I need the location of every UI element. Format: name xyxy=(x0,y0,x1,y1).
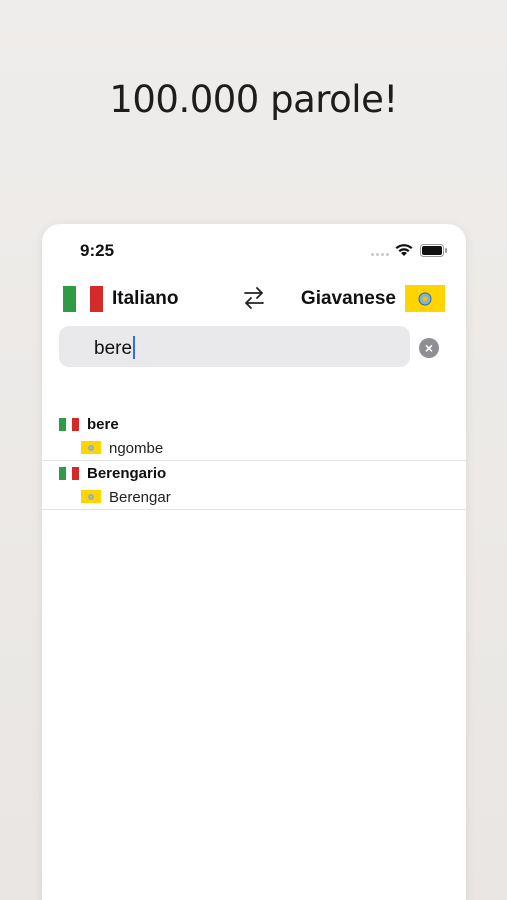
result-translation: Berengar xyxy=(109,489,171,506)
italy-flag-icon xyxy=(59,467,80,480)
results-list: bere ngombe Berengario Berengar xyxy=(42,412,466,510)
list-item[interactable]: Berengario Berengar xyxy=(42,461,466,510)
result-translation: ngombe xyxy=(109,440,164,457)
italy-flag-icon xyxy=(59,418,80,431)
javanese-flag-icon xyxy=(81,441,101,454)
promo-headline: 100.000 parole! xyxy=(109,78,398,121)
result-word: bere xyxy=(87,416,119,433)
javanese-flag-icon[interactable] xyxy=(405,285,445,312)
search-value: bere xyxy=(94,338,133,359)
javanese-flag-icon xyxy=(81,490,101,503)
italy-flag-icon[interactable] xyxy=(63,286,103,312)
search-input-text[interactable]: bere xyxy=(94,336,136,360)
status-bar: 9:25 xyxy=(42,224,466,276)
search-input[interactable]: bere xyxy=(59,326,410,367)
language-selector-bar: Italiano Giavanese xyxy=(42,284,466,316)
clear-search-button[interactable]: × xyxy=(419,338,439,358)
list-item[interactable]: bere ngombe xyxy=(42,412,466,461)
source-language-label[interactable]: Italiano xyxy=(112,288,179,310)
battery-icon xyxy=(420,244,447,257)
wifi-icon xyxy=(395,244,413,256)
emblem-icon xyxy=(418,292,432,305)
text-cursor xyxy=(133,336,136,359)
phone-screen: 9:25 Italiano Giavanese bere × bere ngom… xyxy=(42,224,466,900)
swap-languages-button[interactable] xyxy=(240,284,268,312)
cellular-signal-icon xyxy=(371,253,389,257)
target-language-label[interactable]: Giavanese xyxy=(301,288,396,310)
result-word: Berengario xyxy=(87,465,167,482)
status-time: 9:25 xyxy=(80,241,115,260)
